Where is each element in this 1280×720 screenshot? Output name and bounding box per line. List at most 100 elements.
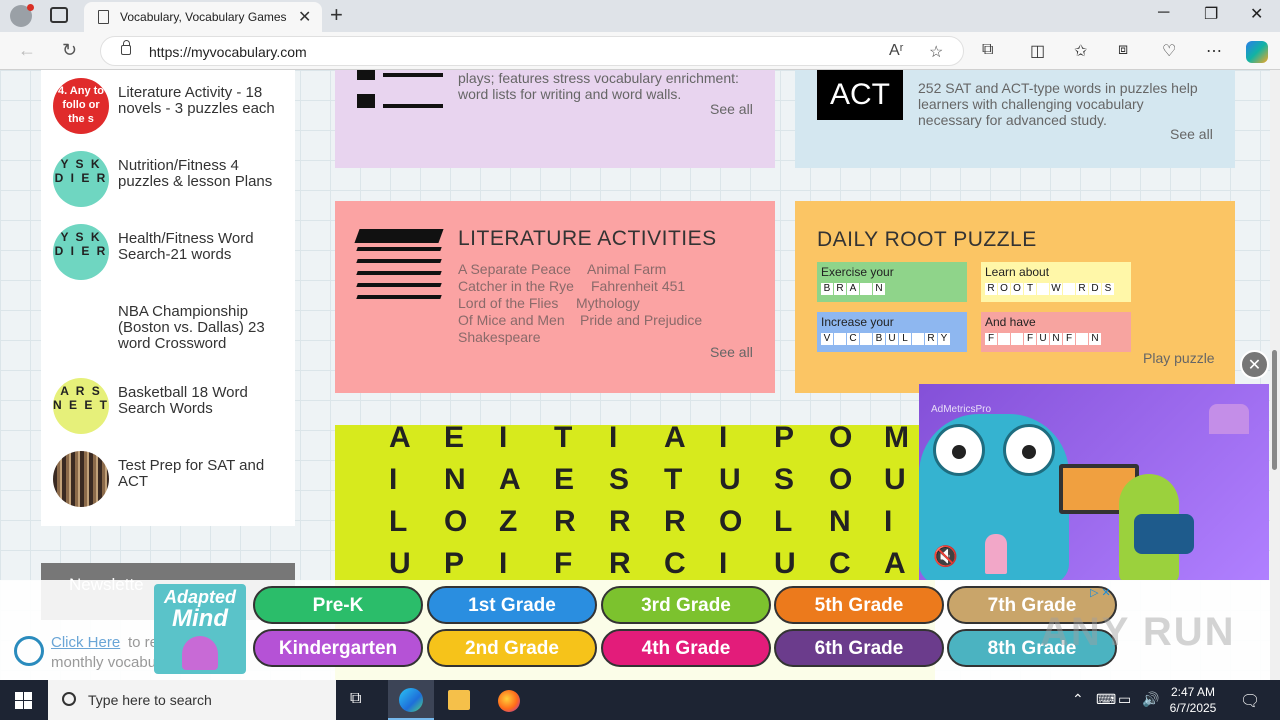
scrollbar-thumb[interactable] xyxy=(1272,350,1277,470)
sidebar-item-label[interactable]: Test Prep for SAT and ACT xyxy=(118,458,288,490)
ws-letter: U xyxy=(774,547,796,580)
url-text[interactable]: https://myvocabulary.com xyxy=(149,44,307,60)
tab-close-icon[interactable]: ✕ xyxy=(298,7,311,27)
back-icon[interactable]: ← xyxy=(18,40,36,61)
sidebar-item-label[interactable]: Basketball 18 Word Search Words xyxy=(118,385,288,417)
sidebar-item-label[interactable]: NBA Championship (Boston vs. Dallas) 23 … xyxy=(118,304,288,352)
mute-icon[interactable]: 🔇 xyxy=(933,544,958,569)
sidebar-item-basketball[interactable]: A R S N E E T Basketball 18 Word Search … xyxy=(53,378,293,434)
literature-link[interactable]: Shakespeare xyxy=(458,329,541,345)
root-box-title: Increase your xyxy=(821,315,894,329)
browser-tab[interactable]: Vocabulary, Vocabulary Games - ✕ xyxy=(84,2,322,32)
taskbar-search-placeholder[interactable]: Type here to search xyxy=(88,692,212,708)
grade-button-prek[interactable]: Pre-K xyxy=(253,586,423,624)
grade-button-5th[interactable]: 5th Grade xyxy=(774,586,944,624)
network-device-icon[interactable]: ⌨ xyxy=(1096,691,1116,708)
new-tab-icon[interactable]: + xyxy=(330,2,343,28)
see-all-link[interactable]: See all xyxy=(710,101,753,117)
letter-tile: A xyxy=(847,283,859,295)
literature-link[interactable]: Pride and Prejudice xyxy=(580,312,702,328)
address-bar[interactable]: https://myvocabulary.com Aʳ ☆ xyxy=(100,36,964,66)
ws-letter: L xyxy=(389,505,408,538)
literature-link[interactable]: Lord of the Flies xyxy=(458,295,558,311)
see-all-link[interactable]: See all xyxy=(710,344,753,360)
read-aloud-icon[interactable]: Aʳ xyxy=(889,42,904,60)
collections-icon[interactable]: ⧈ xyxy=(1118,41,1128,59)
sidebar-item-nba[interactable]: NBA Championship (Boston vs. Dallas) 23 … xyxy=(53,297,293,353)
taskbar-search-box[interactable]: Type here to search xyxy=(48,680,336,720)
sidebar-item-literature[interactable]: 4. Any to follo or the s Literature Acti… xyxy=(53,78,293,134)
notifications-icon[interactable]: 🗨 xyxy=(1240,691,1260,711)
grade-button-4th[interactable]: 4th Grade xyxy=(601,629,771,667)
ws-letter: P xyxy=(444,547,465,580)
literature-activities-card[interactable]: LITERATURE ACTIVITIES A Separate Peace A… xyxy=(335,201,775,393)
sidebar-item-label[interactable]: Nutrition/Fitness 4 puzzles & lesson Pla… xyxy=(118,158,288,190)
grade-button-2nd[interactable]: 2nd Grade xyxy=(427,629,597,667)
close-ad-button[interactable]: ✕ xyxy=(1240,350,1269,379)
video-ad[interactable]: AdMetricsPro 🔇 xyxy=(919,384,1269,580)
root-box-fun[interactable]: And have F F U N F N xyxy=(981,312,1131,352)
windows-start-icon[interactable] xyxy=(15,692,32,709)
more-menu-icon[interactable]: ⋯ xyxy=(1206,41,1222,61)
grade-button-1st[interactable]: 1st Grade xyxy=(427,586,597,624)
root-box-learn[interactable]: Learn about R O O T W R D S xyxy=(981,262,1131,302)
copilot-icon[interactable] xyxy=(1246,41,1268,63)
sat-act-card[interactable]: ACT 252 SAT and ACT-type words in puzzle… xyxy=(795,70,1235,168)
system-clock[interactable]: 2:47 AM 6/7/2025 xyxy=(1158,684,1228,716)
volume-icon[interactable]: 🔊 xyxy=(1142,691,1159,708)
favorites-icon[interactable]: ✩ xyxy=(1074,41,1087,61)
letter-tile xyxy=(998,333,1010,345)
grade-ad-banner[interactable]: Click Here to re monthly vocabu Adapted … xyxy=(0,580,1270,680)
file-explorer-icon[interactable] xyxy=(448,690,470,710)
literature-link[interactable]: Fahrenheit 451 xyxy=(591,278,685,294)
sidebar-list: 4. Any to follo or the s Literature Acti… xyxy=(41,70,295,526)
favorite-star-icon[interactable]: ☆ xyxy=(929,42,943,62)
daily-root-puzzle-card[interactable]: DAILY ROOT PUZZLE Exercise your B R A N … xyxy=(795,201,1235,393)
see-all-link[interactable]: See all xyxy=(1170,126,1213,142)
firefox-icon[interactable] xyxy=(498,690,520,712)
sidebar-item-health[interactable]: Y S K D I E R Health/Fitness Word Search… xyxy=(53,224,293,280)
network-icon[interactable]: ▭ xyxy=(1118,691,1131,708)
sidebar-item-nutrition[interactable]: Y S K D I E R Nutrition/Fitness 4 puzzle… xyxy=(53,151,293,207)
ws-letter: U xyxy=(719,463,741,496)
card-title[interactable]: DAILY ROOT PUZZLE xyxy=(817,228,1037,252)
tab-actions-icon[interactable] xyxy=(50,7,68,23)
literature-link[interactable]: Mythology xyxy=(576,295,640,311)
literature-link[interactable]: A Separate Peace xyxy=(458,261,571,277)
split-screen-icon[interactable]: ◫ xyxy=(1030,41,1045,61)
refresh-icon[interactable]: ↻ xyxy=(62,40,77,61)
card-title[interactable]: LITERATURE ACTIVITIES xyxy=(458,227,717,251)
root-box-exercise[interactable]: Exercise your B R A N xyxy=(817,262,967,302)
literature-thumbnail: 4. Any to follo or the s xyxy=(53,78,109,134)
click-here-link[interactable]: Click Here xyxy=(51,634,120,651)
lock-icon[interactable] xyxy=(121,40,131,55)
literature-link[interactable]: Of Mice and Men xyxy=(458,312,565,328)
chevron-up-icon[interactable]: ⌃ xyxy=(1072,691,1084,708)
word-lists-card[interactable]: plays; features stress vocabulary enrich… xyxy=(335,70,775,168)
restore-icon[interactable]: ❐ xyxy=(1204,4,1218,24)
sidebar-item-label[interactable]: Literature Activity - 18 novels - 3 puzz… xyxy=(118,85,288,117)
word-search-row: UPIFRCIUCA xyxy=(389,547,935,581)
grade-button-3rd[interactable]: 3rd Grade xyxy=(601,586,771,624)
profile-icon[interactable] xyxy=(10,4,34,27)
adapted-mind-logo[interactable]: Adapted Mind xyxy=(154,584,246,674)
browser-essentials-icon[interactable]: ♡ xyxy=(1162,41,1176,61)
sidebar-item-label[interactable]: Health/Fitness Word Search-21 words xyxy=(118,231,288,263)
root-box-increase[interactable]: Increase your V C B U L R Y xyxy=(817,312,967,352)
list-icon xyxy=(357,70,443,110)
play-puzzle-link[interactable]: Play puzzle xyxy=(1143,350,1215,366)
page-viewport: 4. Any to follo or the s Literature Acti… xyxy=(0,70,1280,680)
close-window-icon[interactable]: ✕ xyxy=(1250,4,1263,24)
minimize-icon[interactable]: ─ xyxy=(1158,4,1169,22)
letter-tile: R xyxy=(1076,283,1088,295)
sidebar-item-test-prep[interactable]: Test Prep for SAT and ACT xyxy=(53,451,293,507)
grade-button-kindergarten[interactable]: Kindergarten xyxy=(253,629,423,667)
ad-choices-icon[interactable]: ▷ ✕ xyxy=(1090,586,1111,599)
literature-link[interactable]: Animal Farm xyxy=(587,261,666,277)
edge-taskbar-active[interactable] xyxy=(388,680,434,720)
extensions-icon[interactable]: ⧉ xyxy=(982,41,993,59)
task-view-icon[interactable]: ⧉ xyxy=(350,690,372,710)
grade-button-6th[interactable]: 6th Grade xyxy=(774,629,944,667)
literature-link[interactable]: Catcher in the Rye xyxy=(458,278,574,294)
page-scrollbar[interactable] xyxy=(1270,70,1280,680)
